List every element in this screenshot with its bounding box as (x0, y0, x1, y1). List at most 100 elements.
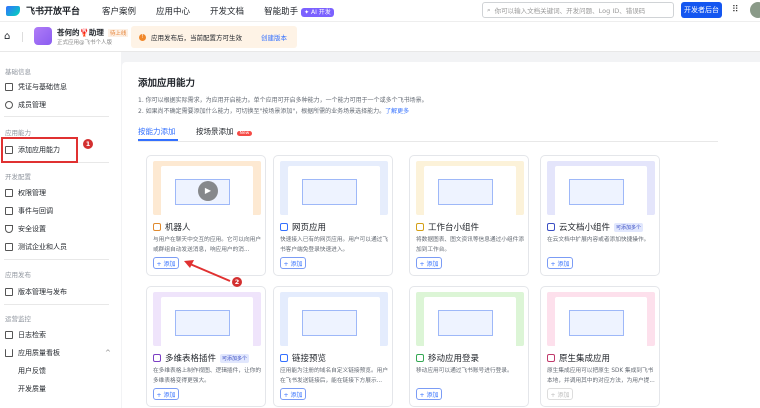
add-button[interactable]: + 添加 (153, 257, 179, 269)
shield-icon (5, 225, 13, 233)
multi-tag: 可添加多个 (614, 222, 644, 232)
search-placeholder: 你可以输入文档关键词、开发问题、Log ID、错误码 (494, 7, 646, 15)
card-title: 机器人 (153, 221, 191, 233)
card-preview (280, 161, 388, 215)
sidebar-item-quality[interactable]: 应用质量看板 ^ (5, 348, 111, 358)
add-button[interactable]: + 添加 (280, 388, 306, 400)
capability-card[interactable]: 多维表格插件 可添加多个 在多维表格上制作视图、逻辑插件，让你的多维表格变得更强大… (146, 286, 266, 407)
capability-icon (547, 354, 555, 362)
sidebar-item-test-tenants[interactable]: 测试企业和人员 (5, 242, 67, 252)
user-icon (5, 101, 13, 109)
add-button[interactable]: + 添加 (547, 388, 573, 400)
description-2: 2. 如果尚不确定需要添加什么能力，可切换至"按场景添加"，根据所需的业务场景选… (138, 106, 409, 115)
app-icon (34, 27, 52, 45)
card-description: 快速接入已有的网页应用。用户可以通过飞书客户端免登录快速进入。 (280, 237, 389, 253)
apps-grid-icon[interactable]: ⠿ (732, 5, 739, 15)
section-dev-config: 开发配置 (5, 173, 31, 181)
card-description: 在多维表格上制作视图、逻辑插件，让你的多维表格变得更强大。 (153, 368, 262, 384)
sidebar-item-credentials[interactable]: 凭证与基础信息 (5, 82, 67, 92)
add-button[interactable]: + 添加 (547, 257, 573, 269)
capability-icon (153, 223, 161, 231)
card-title: 工作台小组件 (416, 221, 479, 233)
publish-notice: ! 应用发布后，当前配置方可生效 创建版本 (131, 26, 297, 48)
feishu-logo-icon (6, 5, 20, 16)
capability-icon (416, 354, 424, 362)
tab-by-scenario[interactable]: 按场景添加 New (196, 126, 253, 137)
warning-icon: ! (139, 33, 146, 41)
capability-icon (280, 223, 288, 231)
preview-block (569, 179, 624, 205)
search-input[interactable]: ⌕ 你可以输入文档关键词、开发问题、Log ID、错误码 (482, 2, 674, 18)
description-1: 1. 你可以根据实际需求，为应用开启能力。单个应用可开启多种能力，一个能力可用于… (138, 97, 428, 104)
card-title: 云文档小组件 可添加多个 (547, 221, 644, 233)
learn-more-link[interactable]: 了解更多 (385, 108, 409, 115)
status-badge: 待上线 (107, 29, 129, 37)
label: 权限管理 (18, 189, 46, 197)
add-button[interactable]: + 添加 (416, 388, 442, 400)
nav-cases[interactable]: 客户案例 (102, 5, 136, 17)
highlight-box (1, 137, 78, 163)
card-name: 原生集成应用 (559, 354, 611, 364)
capability-card[interactable]: 网页应用 快速接入已有的网页应用。用户可以通过飞书客户端免登录快速进入。 + 添… (273, 155, 393, 276)
bar-chart-icon (5, 349, 13, 357)
label: 版本管理与发布 (18, 288, 67, 296)
tab-by-capability[interactable]: 按能力添加 (138, 126, 176, 137)
sidebar-item-members[interactable]: 成员管理 (5, 100, 46, 110)
sidebar-item-versions[interactable]: 版本管理与发布 (5, 287, 67, 297)
card-name: 机器人 (165, 223, 191, 233)
add-button[interactable]: + 添加 (280, 257, 306, 269)
capability-card[interactable]: 链接预览 应用能为注册的域名自定义链接预览。用户在飞书发送链接后，能在链接下方展… (273, 286, 393, 407)
app-bar: ⌂ 苍何的🦞助理 待上线 正式应用@飞书个人版 ! 应用发布后，当前配置方可生效 创建… (0, 22, 760, 52)
divider (4, 304, 109, 305)
add-button[interactable]: + 添加 (416, 257, 442, 269)
create-version-link[interactable]: 创建版本 (261, 32, 287, 42)
card-title: 原生集成应用 (547, 352, 610, 364)
capability-card[interactable]: ▶ 机器人 与用户在聊天中交互的应用。它可以向用户或群组自动发送消息，响应用户的… (146, 155, 266, 276)
capability-icon (280, 354, 288, 362)
capability-card[interactable]: 原生集成应用 原生集成应用可以把原生 SDK 集成到飞书本地，并调用其中的对应方… (540, 286, 660, 407)
app-name[interactable]: 苍何的🦞助理 待上线 (57, 27, 129, 38)
avatar[interactable] (750, 2, 760, 18)
tab-label: 按场景添加 (196, 127, 234, 136)
home-icon[interactable]: ⌂ (4, 31, 10, 42)
play-icon[interactable]: ▶ (198, 181, 218, 201)
card-preview (153, 292, 261, 346)
divider (22, 32, 23, 42)
nav-assistant[interactable]: 智能助手 ✦ AI 开发 (264, 5, 334, 17)
sidebar-item-events[interactable]: 事件与回调 (5, 206, 53, 216)
brand-logo[interactable]: 飞书开放平台 (6, 4, 80, 17)
search-icon: ⌕ (487, 5, 491, 14)
nav-app-center[interactable]: 应用中心 (156, 5, 190, 17)
sidebar-item-logs[interactable]: 日志检索 (5, 330, 46, 340)
dev-console-button[interactable]: 开发者后台 (681, 2, 722, 18)
id-card-icon (5, 83, 13, 91)
sidebar-item-feedback[interactable]: 用户反馈 (18, 366, 46, 376)
nav-assistant-label: 智能助手 (264, 6, 299, 17)
card-title: 网页应用 (280, 221, 326, 233)
capability-card[interactable]: 移动应用登录 移动应用可以通过飞书账号进行登录。 + 添加 (409, 286, 529, 407)
sidebar-item-security[interactable]: 安全设置 (5, 224, 46, 234)
add-button[interactable]: + 添加 (153, 388, 179, 400)
section-publish: 应用发布 (5, 271, 31, 279)
card-preview (416, 161, 524, 215)
card-title: 多维表格插件 可添加多个 (153, 352, 250, 364)
section-capabilities: 应用能力 (5, 129, 31, 137)
log-search-icon (5, 331, 13, 339)
label: 事件与回调 (18, 207, 53, 215)
sidebar-item-dev-quality[interactable]: 开发质量 (18, 384, 46, 394)
card-name: 移动应用登录 (428, 354, 480, 364)
label: 测试企业和人员 (18, 243, 67, 251)
multi-tag: 可添加多个 (220, 353, 250, 363)
chevron-up-icon[interactable]: ^ (105, 349, 111, 357)
capability-card[interactable]: 云文档小组件 可添加多个 在云文档中扩展内容或者添加快捷操作。 + 添加 (540, 155, 660, 276)
preview-block (302, 310, 357, 336)
divider (4, 259, 109, 260)
notice-text: 应用发布后，当前配置方可生效 (151, 34, 242, 42)
nav-docs[interactable]: 开发文档 (210, 5, 244, 17)
capability-card[interactable]: 工作台小组件 将数据图表、图文资讯等信息通过小组件添加到工作台。 + 添加 (409, 155, 529, 276)
new-badge: New (236, 131, 253, 136)
step-badge-2: 2 (232, 277, 242, 287)
description-2-text: 2. 如果尚不确定需要添加什么能力，可切换至"按场景添加"，根据所需的业务场景选… (138, 108, 386, 115)
divider (4, 116, 109, 117)
sidebar-item-permissions[interactable]: 权限管理 (5, 188, 46, 198)
